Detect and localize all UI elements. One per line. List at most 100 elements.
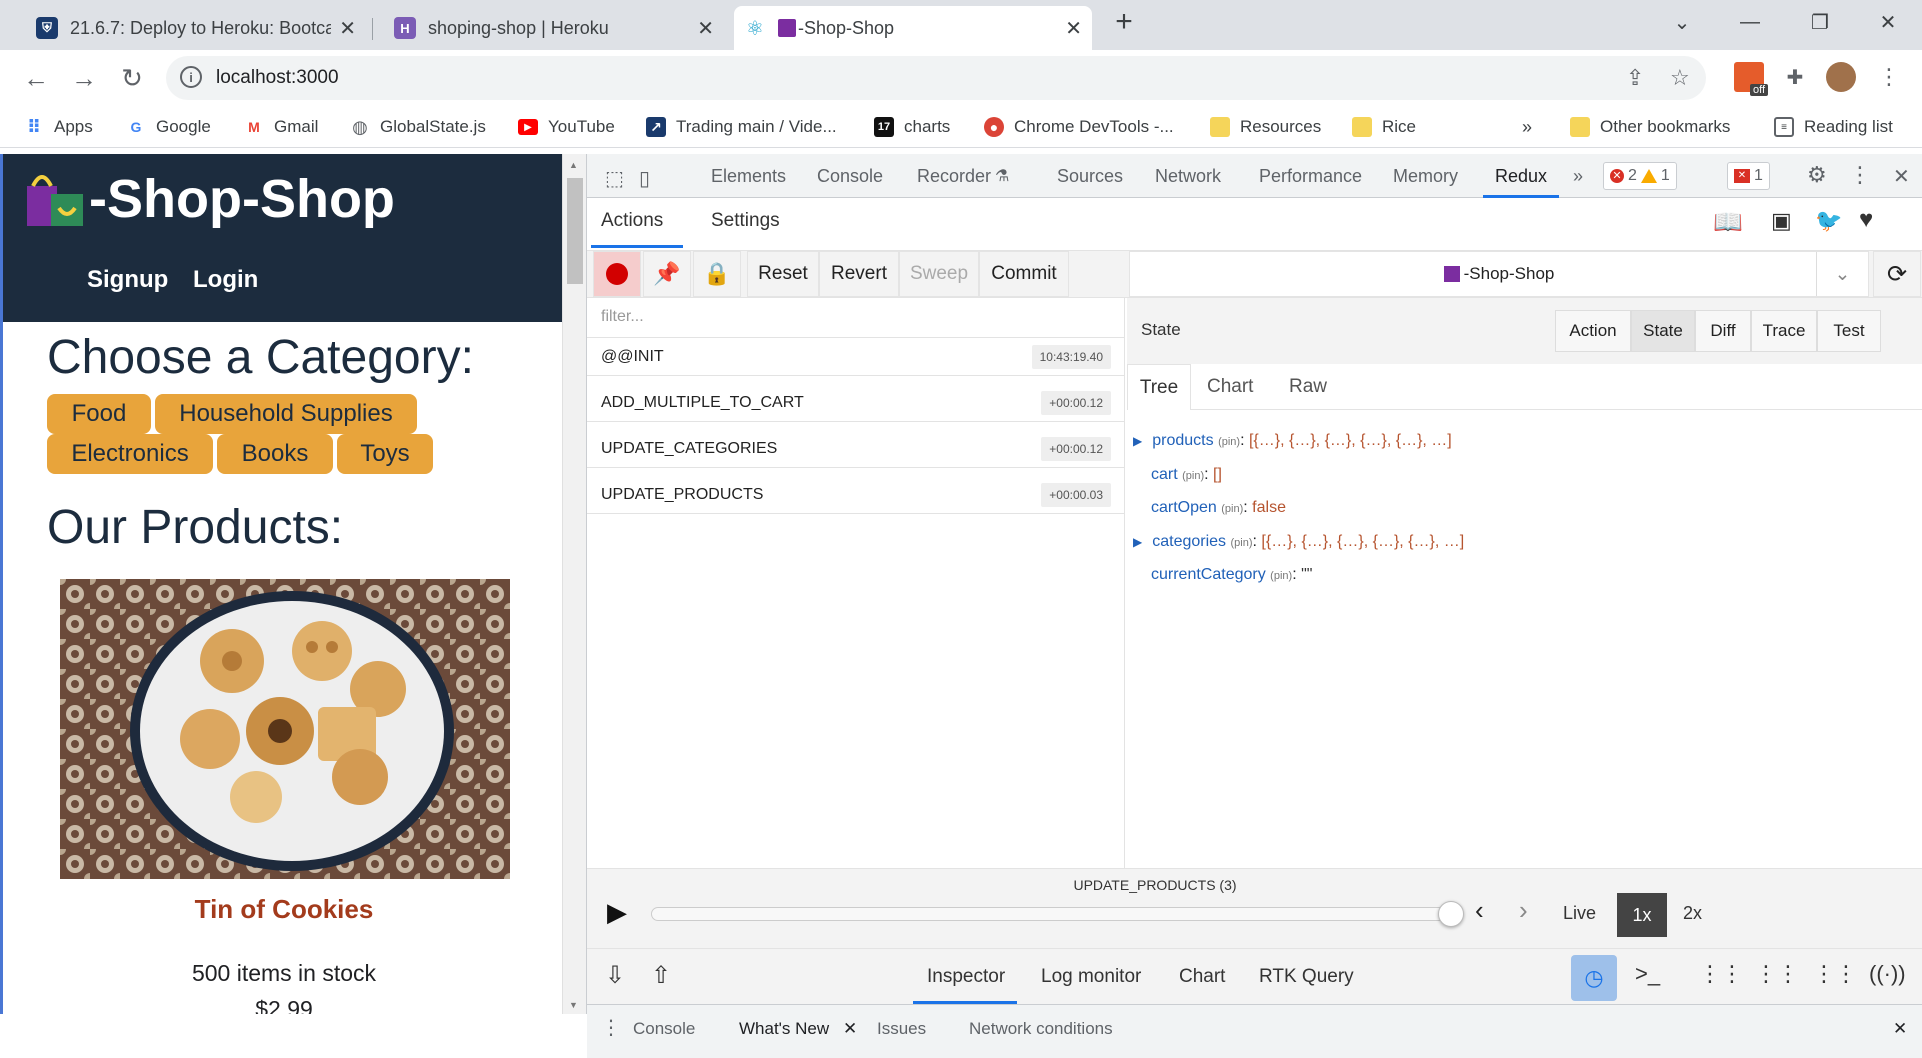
speed-2x-button[interactable]: 2x [1683,903,1702,924]
close-drawer-icon[interactable]: ✕ [1893,1019,1907,1039]
chat-icon[interactable]: ▣ [1771,208,1792,234]
tab-redux[interactable]: Redux [1495,166,1547,187]
category-household-button[interactable]: Household Supplies [155,394,417,434]
bottom-tab-rtk-query[interactable]: RTK Query [1259,966,1354,988]
state-row-currentcategory[interactable]: currentCategory (pin): "" [1151,566,1312,584]
remote-icon[interactable]: ((·)) [1869,961,1906,987]
pin-label[interactable]: (pin) [1221,503,1243,515]
drawer-tab-whats-new[interactable]: What's New [739,1019,829,1039]
bottom-tab-chart[interactable]: Chart [1179,966,1225,988]
commit-button[interactable]: Commit [979,251,1069,297]
scroll-down-icon[interactable]: ▼ [569,1000,578,1010]
sync-icon[interactable]: ⟳ [1873,251,1921,297]
restore-icon[interactable]: ❐ [1790,0,1850,44]
address-bar[interactable]: i localhost:3000 ⇪ ☆ [166,56,1706,100]
tab-recorder[interactable]: Recorder [917,166,991,187]
tab-sources[interactable]: Sources [1057,166,1123,187]
close-window-icon[interactable]: ✕ [1858,0,1918,44]
drawer-menu-icon[interactable]: ⋮ [601,1015,621,1040]
reading-list-button[interactable]: ≡ Reading list [1774,115,1893,139]
devtools-menu-icon[interactable]: ⋮ [1849,162,1871,188]
revert-button[interactable]: Revert [819,251,899,297]
bookmark-other[interactable]: Other bookmarks [1570,115,1730,139]
pin-label[interactable]: (pin) [1182,470,1204,482]
extension-icon[interactable]: off [1734,62,1768,96]
step-back-icon[interactable]: ‹ [1475,895,1484,926]
twitter-icon[interactable]: 🐦 [1815,208,1842,234]
tab-network[interactable]: Network [1155,166,1221,187]
nav-signup-link[interactable]: Signup [87,266,168,294]
pin-label[interactable]: (pin) [1231,537,1253,549]
site-info-icon[interactable]: i [180,66,202,88]
product-name-link[interactable]: Tin of Cookies [3,894,562,925]
close-icon[interactable]: ✕ [697,16,714,41]
bookmark-globalstate[interactable]: ◍ GlobalState.js [350,115,486,139]
action-item[interactable]: @@INIT 10:43:19.40 [587,338,1125,376]
browser-tab-bootcamp[interactable]: ⛨ 21.6.7: Deploy to Heroku: Bootca ✕ [26,6,366,50]
chevron-down-icon[interactable]: ⌄ [1816,252,1868,296]
tab-elements[interactable]: Elements [711,166,786,187]
monitor-tab-trace[interactable]: Trace [1751,310,1817,352]
bookmark-charts[interactable]: 17 charts [874,115,950,139]
category-electronics-button[interactable]: Electronics [47,434,213,474]
sweep-button[interactable]: Sweep [899,251,979,297]
page-scrollbar[interactable]: ▲ ▼ [562,154,586,1014]
inspect-element-icon[interactable]: ⬚ [605,166,624,191]
export-icon[interactable]: ⇧ [651,961,671,990]
step-forward-icon[interactable]: › [1519,895,1528,926]
pin-label[interactable]: (pin) [1218,436,1240,448]
shopping-bag-logo-icon[interactable] [23,168,87,230]
bookmark-chrome-devtools[interactable]: ● Chrome DevTools -... [984,115,1174,139]
pin-icon[interactable]: 📌 [643,251,691,297]
monitor-tab-test[interactable]: Test [1817,310,1881,352]
view-tab-tree[interactable]: Tree [1127,364,1191,410]
browser-tab-shop-active[interactable]: ⚛ -Shop-Shop ✕ [734,6,1092,50]
scroll-up-icon[interactable]: ▲ [569,160,578,170]
tab-memory[interactable]: Memory [1393,166,1458,187]
redux-tab-actions[interactable]: Actions [601,210,663,232]
forward-icon[interactable]: → [66,60,102,96]
play-icon[interactable]: ▶ [607,897,627,928]
bottom-tab-inspector[interactable]: Inspector [927,966,1005,988]
state-row-cart[interactable]: cart (pin): [] [1151,466,1222,484]
import-icon[interactable]: ⇩ [605,961,625,990]
expand-arrow-icon[interactable]: ▶ [1133,434,1142,448]
issues-badge[interactable]: ✕ 1 [1727,162,1770,190]
menu-kebab-icon[interactable]: ⋮ [1874,62,1904,92]
brand-title[interactable]: -Shop-Shop [89,168,395,230]
bottom-tab-log-monitor[interactable]: Log monitor [1041,966,1141,988]
state-row-products[interactable]: ▶ products (pin): [{…}, {…}, {…}, {…}, {…… [1133,432,1452,450]
nav-login-link[interactable]: Login [193,266,258,294]
avatar[interactable] [1826,62,1856,92]
new-tab-button[interactable]: + [1094,0,1154,44]
drawer-tab-console[interactable]: Console [633,1019,695,1039]
minimize-icon[interactable]: — [1720,0,1780,44]
slider-track[interactable] [651,907,1451,921]
bookmark-google[interactable]: G Google [126,115,211,139]
category-books-button[interactable]: Books [217,434,333,474]
dock-left-icon[interactable]: ⋮⋮ [1699,961,1743,987]
bookmark-star-icon[interactable]: ☆ [1670,65,1690,91]
view-tab-raw[interactable]: Raw [1289,376,1327,398]
action-filter-input[interactable]: filter... [587,298,1125,338]
persist-timer-icon[interactable]: ◷ [1571,955,1617,1001]
drawer-tab-issues[interactable]: Issues [877,1019,926,1039]
tab-performance[interactable]: Performance [1259,166,1362,187]
record-button[interactable] [593,251,641,297]
speed-live-button[interactable]: Live [1563,903,1596,924]
slider-thumb[interactable] [1438,901,1464,927]
product-image[interactable] [60,579,510,879]
monitor-tab-state[interactable]: State [1631,310,1695,352]
action-item[interactable]: ADD_MULTIPLE_TO_CART +00:00.12 [587,384,1125,422]
tab-console[interactable]: Console [817,166,883,187]
settings-gear-icon[interactable]: ⚙ [1807,162,1827,188]
puzzle-extensions-icon[interactable]: ✚ [1780,62,1810,92]
speed-1x-button[interactable]: 1x [1617,893,1667,937]
drawer-tab-network-conditions[interactable]: Network conditions [969,1019,1113,1039]
bookmark-resources[interactable]: Resources [1210,115,1321,139]
bookmark-gmail[interactable]: M Gmail [244,115,318,139]
pin-label[interactable]: (pin) [1270,570,1292,582]
instance-select[interactable]: -Shop-Shop ⌄ [1129,251,1869,297]
state-row-cartopen[interactable]: cartOpen (pin): false [1151,499,1286,517]
bookmark-trading[interactable]: ↗ Trading main / Vide... [646,115,837,139]
